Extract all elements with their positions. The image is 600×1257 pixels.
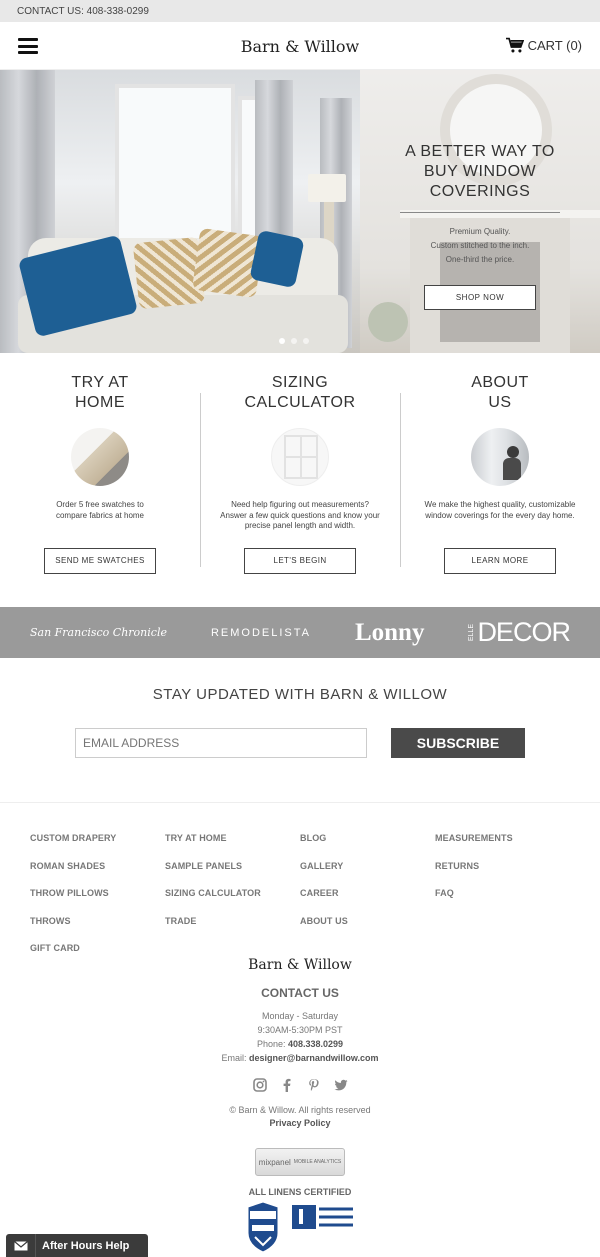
footer-link-gift-card[interactable]: GIFT CARD xyxy=(30,943,165,954)
feature-description: Order 5 free swatches to compare fabrics… xyxy=(55,500,145,520)
press-logo-remodelista: REMODELISTA xyxy=(210,626,311,639)
hero-banner: A BETTER WAY TO BUY WINDOW COVERINGS Pre… xyxy=(0,70,600,353)
footer-link-gallery[interactable]: GALLERY xyxy=(300,861,435,872)
hero-title: A BETTER WAY TO BUY WINDOW COVERINGS xyxy=(405,143,555,200)
carousel-dots xyxy=(279,338,309,344)
email-input[interactable] xyxy=(75,728,367,758)
cart-icon xyxy=(505,37,524,53)
feature-title: TRY AT HOME xyxy=(71,374,129,411)
hero-divider xyxy=(400,212,560,213)
feature-title: SIZING CALCULATOR xyxy=(244,374,356,411)
footer-email-label: Email: xyxy=(221,1053,247,1063)
belgian-linen-badge-icon xyxy=(247,1201,279,1253)
footer-contact: Barn & Willow CONTACT US Monday - Saturd… xyxy=(0,957,600,1253)
copyright-text: © Barn & Willow. All rights reserved xyxy=(229,1105,371,1115)
after-hours-help-label: After Hours Help xyxy=(42,1239,130,1252)
feature-try-at-home: TRY AT HOME Order 5 free swatches to com… xyxy=(0,353,200,607)
footer-link-try-at-home[interactable]: TRY AT HOME xyxy=(165,833,300,844)
contact-phone-text[interactable]: CONTACT US: 408-338-0299 xyxy=(17,6,149,17)
send-me-swatches-button[interactable]: SEND ME SWATCHES xyxy=(44,548,156,574)
linens-certified-title: ALL LINENS CERTIFIED xyxy=(248,1187,352,1197)
press-logo-elle-decor: ELLE DECOR xyxy=(468,617,571,648)
footer-link-career[interactable]: CAREER xyxy=(300,888,435,899)
footer-link-blog[interactable]: BLOG xyxy=(300,833,435,844)
mixpanel-logo-text: mixpanel xyxy=(258,1157,291,1167)
press-logo-elle-text: ELLE xyxy=(468,623,476,642)
window-image xyxy=(271,428,329,486)
hero-subtitle-1: Premium Quality. xyxy=(449,227,511,236)
footer-link-throw-pillows[interactable]: THROW PILLOWS xyxy=(30,888,165,899)
instagram-icon[interactable] xyxy=(252,1078,267,1092)
newsletter-section: STAY UPDATED WITH BARN & WILLOW SUBSCRIB… xyxy=(0,658,600,803)
mixpanel-badge-subtext: MOBILE ANALYTICS xyxy=(293,1159,342,1165)
person-image xyxy=(471,428,529,486)
feature-description: Need help figuring out measurements? Ans… xyxy=(220,500,380,530)
carousel-dot-1[interactable] xyxy=(279,338,285,344)
facebook-icon[interactable] xyxy=(280,1078,294,1092)
footer-hours-days: Monday - Saturday xyxy=(261,1011,339,1021)
hero-copy: A BETTER WAY TO BUY WINDOW COVERINGS Pre… xyxy=(400,142,560,310)
site-header: Barn & Willow CART (0) xyxy=(0,22,600,70)
footer-phone-line: Phone: 408.338.0299 xyxy=(0,1037,600,1051)
footer-contact-title: CONTACT US xyxy=(261,986,339,1000)
newsletter-title: STAY UPDATED WITH BARN & WILLOW xyxy=(152,686,448,703)
cart-label: CART (0) xyxy=(527,38,582,53)
feature-about-us: ABOUT US We make the highest quality, cu… xyxy=(400,353,600,607)
swatch-image xyxy=(71,428,129,486)
footer-link-measurements[interactable]: MEASUREMENTS xyxy=(435,833,570,844)
footer-link-throws[interactable]: THROWS xyxy=(30,916,165,927)
carousel-dot-3[interactable] xyxy=(303,338,309,344)
carousel-dot-2[interactable] xyxy=(291,338,297,344)
press-logo-sf-chronicle: San Francisco Chronicle xyxy=(29,626,167,639)
footer-link-about-us[interactable]: ABOUT US xyxy=(300,916,435,927)
after-hours-help-button[interactable]: After Hours Help xyxy=(6,1234,148,1257)
learn-more-button[interactable]: LEARN MORE xyxy=(444,548,556,574)
footer-phone[interactable]: 408.338.0299 xyxy=(288,1039,343,1049)
social-links xyxy=(0,1078,600,1094)
hero-subtitle-2: Custom stitched to the inch. xyxy=(430,241,530,250)
privacy-policy-link[interactable]: Privacy Policy xyxy=(0,1118,600,1128)
features-section: TRY AT HOME Order 5 free swatches to com… xyxy=(0,353,600,607)
feature-sizing-calculator: SIZING CALCULATOR Need help figuring out… xyxy=(200,353,400,607)
feature-title: ABOUT US xyxy=(471,374,529,411)
feature-description: We make the highest quality, customizabl… xyxy=(424,500,576,520)
footer-link-returns[interactable]: RETURNS xyxy=(435,861,570,872)
mail-icon xyxy=(6,1234,36,1257)
hero-living-room-image xyxy=(0,70,360,353)
masters-of-linen-badge-icon xyxy=(292,1205,353,1229)
footer-hours-time: 9:30AM-5:30PM PST xyxy=(257,1025,343,1035)
press-logo-decor-text: DECOR xyxy=(477,617,571,647)
footer-link-sizing-calculator[interactable]: SIZING CALCULATOR xyxy=(165,888,300,899)
footer-link-roman-shades[interactable]: ROMAN SHADES xyxy=(30,861,165,872)
footer-link-custom-drapery[interactable]: CUSTOM DRAPERY xyxy=(30,833,165,844)
press-logos-bar: San Francisco Chronicle REMODELISTA Lonn… xyxy=(0,607,600,658)
subscribe-button[interactable]: SUBSCRIBE xyxy=(391,728,525,758)
pinterest-icon[interactable] xyxy=(307,1078,321,1092)
press-logo-lonny: Lonny xyxy=(354,618,425,646)
mixpanel-badge[interactable]: mixpanel MOBILE ANALYTICS xyxy=(255,1148,345,1176)
cart-link[interactable]: CART (0) xyxy=(505,37,582,54)
hero-subtitle-3: One-third the price. xyxy=(445,255,515,264)
footer-phone-label: Phone: xyxy=(256,1039,286,1049)
footer-email-line: Email: designer@barnandwillow.com xyxy=(0,1051,600,1065)
twitter-icon[interactable] xyxy=(334,1078,348,1092)
footer-link-faq[interactable]: FAQ xyxy=(435,888,570,899)
footer-email[interactable]: designer@barnandwillow.com xyxy=(249,1053,378,1063)
lets-begin-button[interactable]: LET'S BEGIN xyxy=(244,548,356,574)
contact-bar: CONTACT US: 408-338-0299 xyxy=(0,0,600,22)
shop-now-button[interactable]: SHOP NOW xyxy=(424,285,536,310)
footer-brand-logo[interactable]: Barn & Willow xyxy=(0,957,600,973)
footer-link-sample-panels[interactable]: SAMPLE PANELS xyxy=(165,861,300,872)
footer-nav: CUSTOM DRAPERY TRY AT HOME BLOG MEASUREM… xyxy=(0,803,600,958)
footer-link-trade[interactable]: TRADE xyxy=(165,916,300,927)
